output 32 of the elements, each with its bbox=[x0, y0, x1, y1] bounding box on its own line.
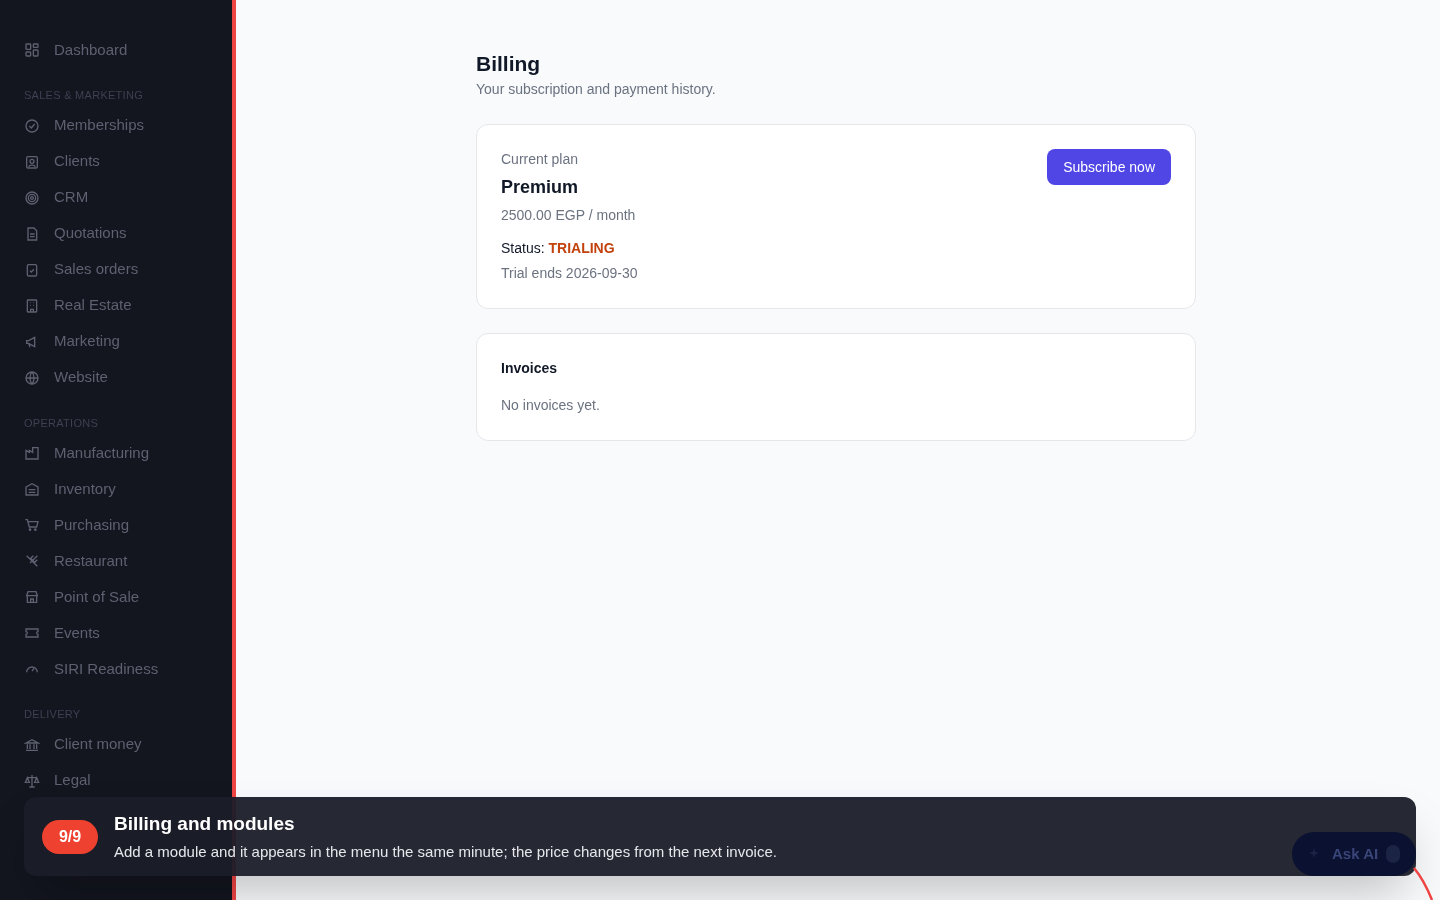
sidebar-item[interactable]: SIRI Readiness bbox=[24, 651, 208, 687]
sidebar-item[interactable]: Marketing bbox=[24, 323, 208, 360]
plan-caption: Current plan bbox=[501, 150, 580, 169]
sidebar-item[interactable]: Manufacturing bbox=[24, 435, 208, 471]
plan-name: Premium bbox=[501, 176, 580, 199]
sidebar-item[interactable]: Inventory bbox=[24, 471, 208, 507]
empty-message: No invoices yet. bbox=[501, 396, 601, 415]
sidebar-item[interactable]: Restaurant bbox=[24, 543, 208, 579]
sidebar-item[interactable]: Website bbox=[24, 359, 208, 396]
sidebar-item[interactable]: Clients bbox=[24, 143, 208, 180]
sidebar-item[interactable]: Sales orders bbox=[24, 251, 208, 288]
sidebar-item[interactable]: Dashboard bbox=[24, 32, 208, 68]
step-badge: 9/9 bbox=[42, 819, 98, 854]
sidebar-item[interactable]: Quotations bbox=[24, 215, 208, 252]
plan-price: 2500.00 EGP / month bbox=[501, 206, 637, 225]
page-title: Billing bbox=[476, 51, 542, 77]
trial-note: Trial ends 2026-09-30 bbox=[501, 264, 638, 283]
sidebar-item[interactable]: CRM bbox=[24, 179, 208, 216]
subscribe-button[interactable]: Subscribe now bbox=[1047, 149, 1171, 185]
plan-status: Status: TRIALING bbox=[501, 239, 616, 258]
sidebar-item[interactable]: Purchasing bbox=[24, 507, 208, 543]
invoices-title: Invoices bbox=[501, 359, 559, 378]
tour-title: Billing and modules bbox=[114, 811, 296, 836]
sidebar-item[interactable]: Point of Sale bbox=[24, 579, 208, 615]
sidebar-item[interactable]: Legal bbox=[24, 762, 208, 799]
tour-text: Add a module and it appears in the menu the same minute; the price changes from the next invoice. bbox=[114, 841, 777, 862]
ask-ai-button[interactable]: Ask AI bbox=[1292, 832, 1416, 876]
sidebar-item[interactable]: Real Estate bbox=[24, 287, 208, 324]
sidebar-item[interactable]: Events bbox=[24, 615, 208, 651]
sidebar-item[interactable]: Client money bbox=[24, 726, 208, 763]
page-subtitle: Your subscription and payment history. bbox=[476, 80, 717, 99]
sidebar-item[interactable]: Memberships bbox=[24, 107, 208, 144]
